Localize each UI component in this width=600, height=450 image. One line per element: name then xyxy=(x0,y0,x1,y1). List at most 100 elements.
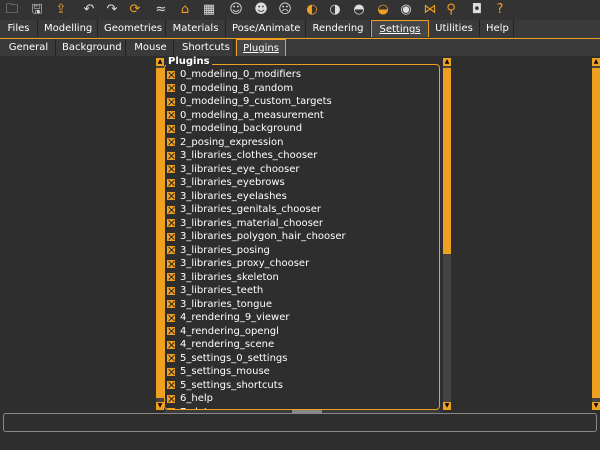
plugin-checkbox[interactable] xyxy=(167,111,175,120)
right-panel-scrollbar[interactable]: ▲ ▼ xyxy=(592,58,600,410)
plugin-checkbox[interactable] xyxy=(167,232,175,241)
pose-icon[interactable]: ⚲ xyxy=(442,1,460,19)
plugin-row[interactable]: 0_modeling_background xyxy=(167,122,437,136)
scroll-down-icon[interactable]: ▼ xyxy=(156,402,164,410)
plugin-row[interactable]: 3_libraries_eyelashes xyxy=(167,190,437,204)
plugin-list-scrollbar-thumb[interactable] xyxy=(443,68,451,254)
background-checker-icon[interactable]: ▦ xyxy=(200,1,218,19)
help-icon[interactable]: ? xyxy=(491,1,509,19)
plugin-row[interactable]: 3_libraries_material_chooser xyxy=(167,217,437,231)
main-tab-materials[interactable]: Materials xyxy=(166,20,226,37)
plugin-checkbox[interactable] xyxy=(167,340,175,349)
plugin-checkbox[interactable] xyxy=(167,84,175,93)
left-scrollbar-thumb[interactable] xyxy=(156,68,164,398)
right-scrollbar-thumb[interactable] xyxy=(592,68,600,398)
plugin-row[interactable]: 4_rendering_opengl xyxy=(167,325,437,339)
plugin-row[interactable]: 2_posing_expression xyxy=(167,136,437,150)
scroll-up-icon[interactable]: ▲ xyxy=(443,58,451,66)
scroll-up-icon[interactable]: ▲ xyxy=(156,58,164,66)
plugin-row[interactable]: 4_rendering_scene xyxy=(167,338,437,352)
plugin-list-scrollbar[interactable]: ▲ ▼ xyxy=(443,58,451,410)
scroll-up-icon[interactable]: ▲ xyxy=(592,58,600,66)
plugin-checkbox[interactable] xyxy=(167,70,175,79)
front-view-icon[interactable]: ☺ xyxy=(227,1,245,19)
wireframe-icon[interactable]: ⌂ xyxy=(176,1,194,19)
reset-camera-icon[interactable]: ◉ xyxy=(397,1,415,19)
plugin-checkbox[interactable] xyxy=(167,381,175,390)
plugin-checkbox[interactable] xyxy=(167,151,175,160)
plugin-row[interactable]: 3_libraries_genitals_chooser xyxy=(167,203,437,217)
right-view-icon[interactable]: ◑ xyxy=(326,1,344,19)
plugin-row[interactable]: 3_libraries_eyebrows xyxy=(167,176,437,190)
plugin-row[interactable]: 5_settings_mouse xyxy=(167,365,437,379)
plugin-checkbox[interactable] xyxy=(167,97,175,106)
main-tab-help[interactable]: Help xyxy=(480,20,514,37)
left-view-icon[interactable]: ◐ xyxy=(303,1,321,19)
smooth-icon[interactable]: ≈ xyxy=(152,1,170,19)
scroll-down-icon[interactable]: ▼ xyxy=(443,402,451,410)
folder-open-icon[interactable]: 🗀 xyxy=(3,1,21,19)
plugin-row[interactable]: 5_settings_shortcuts xyxy=(167,379,437,393)
plugin-row[interactable]: 3_libraries_proxy_chooser xyxy=(167,257,437,271)
plugin-checkbox[interactable] xyxy=(167,286,175,295)
save-icon[interactable]: 🖫 xyxy=(28,1,46,19)
settings-tab-mouse[interactable]: Mouse xyxy=(128,39,174,56)
main-tab-rendering[interactable]: Rendering xyxy=(306,20,371,37)
bottom-view-icon[interactable]: ◒ xyxy=(374,1,392,19)
export-icon[interactable]: ⇪ xyxy=(52,1,70,19)
plugin-row[interactable]: 0_modeling_9_custom_targets xyxy=(167,95,437,109)
plugin-row[interactable]: 5_settings_0_settings xyxy=(167,352,437,366)
tab-label: Plugins xyxy=(243,43,279,54)
plugin-row[interactable]: 3_libraries_eye_chooser xyxy=(167,163,437,177)
tab-label: Background xyxy=(62,42,122,53)
plugin-checkbox[interactable] xyxy=(167,124,175,133)
settings-tab-shortcuts[interactable]: Shortcuts xyxy=(176,39,234,56)
undo-icon[interactable]: ↶ xyxy=(80,1,98,19)
plugin-row[interactable]: 6_help xyxy=(167,392,437,406)
plugin-row[interactable]: 3_libraries_tongue xyxy=(167,298,437,312)
main-tab-files[interactable]: Files xyxy=(0,20,38,37)
reset-icon[interactable]: ⟳ xyxy=(126,1,144,19)
plugin-checkbox[interactable] xyxy=(167,165,175,174)
plugin-checkbox[interactable] xyxy=(167,273,175,282)
plugin-row[interactable]: 3_libraries_teeth xyxy=(167,284,437,298)
settings-tab-general[interactable]: General xyxy=(2,39,56,56)
side-view-icon[interactable]: ☹ xyxy=(276,1,294,19)
plugin-checkbox[interactable] xyxy=(167,394,175,403)
main-tab-modelling[interactable]: Modelling xyxy=(38,20,98,37)
plugin-checkbox[interactable] xyxy=(167,178,175,187)
plugin-row[interactable]: 0_modeling_8_random xyxy=(167,82,437,96)
plugin-row[interactable]: 3_libraries_posing xyxy=(167,244,437,258)
tab-label: Shortcuts xyxy=(182,42,230,53)
scroll-down-icon[interactable]: ▼ xyxy=(592,402,600,410)
plugin-row[interactable]: 3_libraries_skeleton xyxy=(167,271,437,285)
plugin-checkbox[interactable] xyxy=(167,205,175,214)
main-tab-pose-animate[interactable]: Pose/Animate xyxy=(226,20,306,37)
main-tab-geometries[interactable]: Geometries xyxy=(98,20,166,37)
plugin-row[interactable]: 0_modeling_0_modifiers xyxy=(167,68,437,82)
plugin-checkbox[interactable] xyxy=(167,327,175,336)
plugin-row[interactable]: 3_libraries_polygon_hair_chooser xyxy=(167,230,437,244)
plugin-checkbox[interactable] xyxy=(167,246,175,255)
plugin-checkbox[interactable] xyxy=(167,219,175,228)
settings-tab-plugins[interactable]: Plugins xyxy=(236,39,286,56)
symmetry-icon[interactable]: ⋈ xyxy=(421,1,439,19)
settings-tab-background[interactable]: Background xyxy=(56,39,126,56)
plugin-row[interactable]: 0_modeling_a_measurement xyxy=(167,109,437,123)
plugin-checkbox[interactable] xyxy=(167,259,175,268)
plugin-checkbox[interactable] xyxy=(167,138,175,147)
redo-icon[interactable]: ↷ xyxy=(103,1,121,19)
plugin-checkbox[interactable] xyxy=(167,313,175,322)
top-view-icon[interactable]: ◓ xyxy=(350,1,368,19)
back-view-icon[interactable]: ☻ xyxy=(252,1,270,19)
left-panel-scrollbar[interactable]: ▲ ▼ xyxy=(156,58,164,410)
plugin-checkbox[interactable] xyxy=(167,354,175,363)
main-tab-utilities[interactable]: Utilities xyxy=(429,20,480,37)
plugin-row[interactable]: 3_libraries_clothes_chooser xyxy=(167,149,437,163)
plugin-checkbox[interactable] xyxy=(167,300,175,309)
plugin-checkbox[interactable] xyxy=(167,367,175,376)
screenshot-icon[interactable]: ◘ xyxy=(468,1,486,19)
plugin-row[interactable]: 4_rendering_9_viewer xyxy=(167,311,437,325)
main-tab-settings[interactable]: Settings xyxy=(371,20,429,37)
plugin-checkbox[interactable] xyxy=(167,192,175,201)
